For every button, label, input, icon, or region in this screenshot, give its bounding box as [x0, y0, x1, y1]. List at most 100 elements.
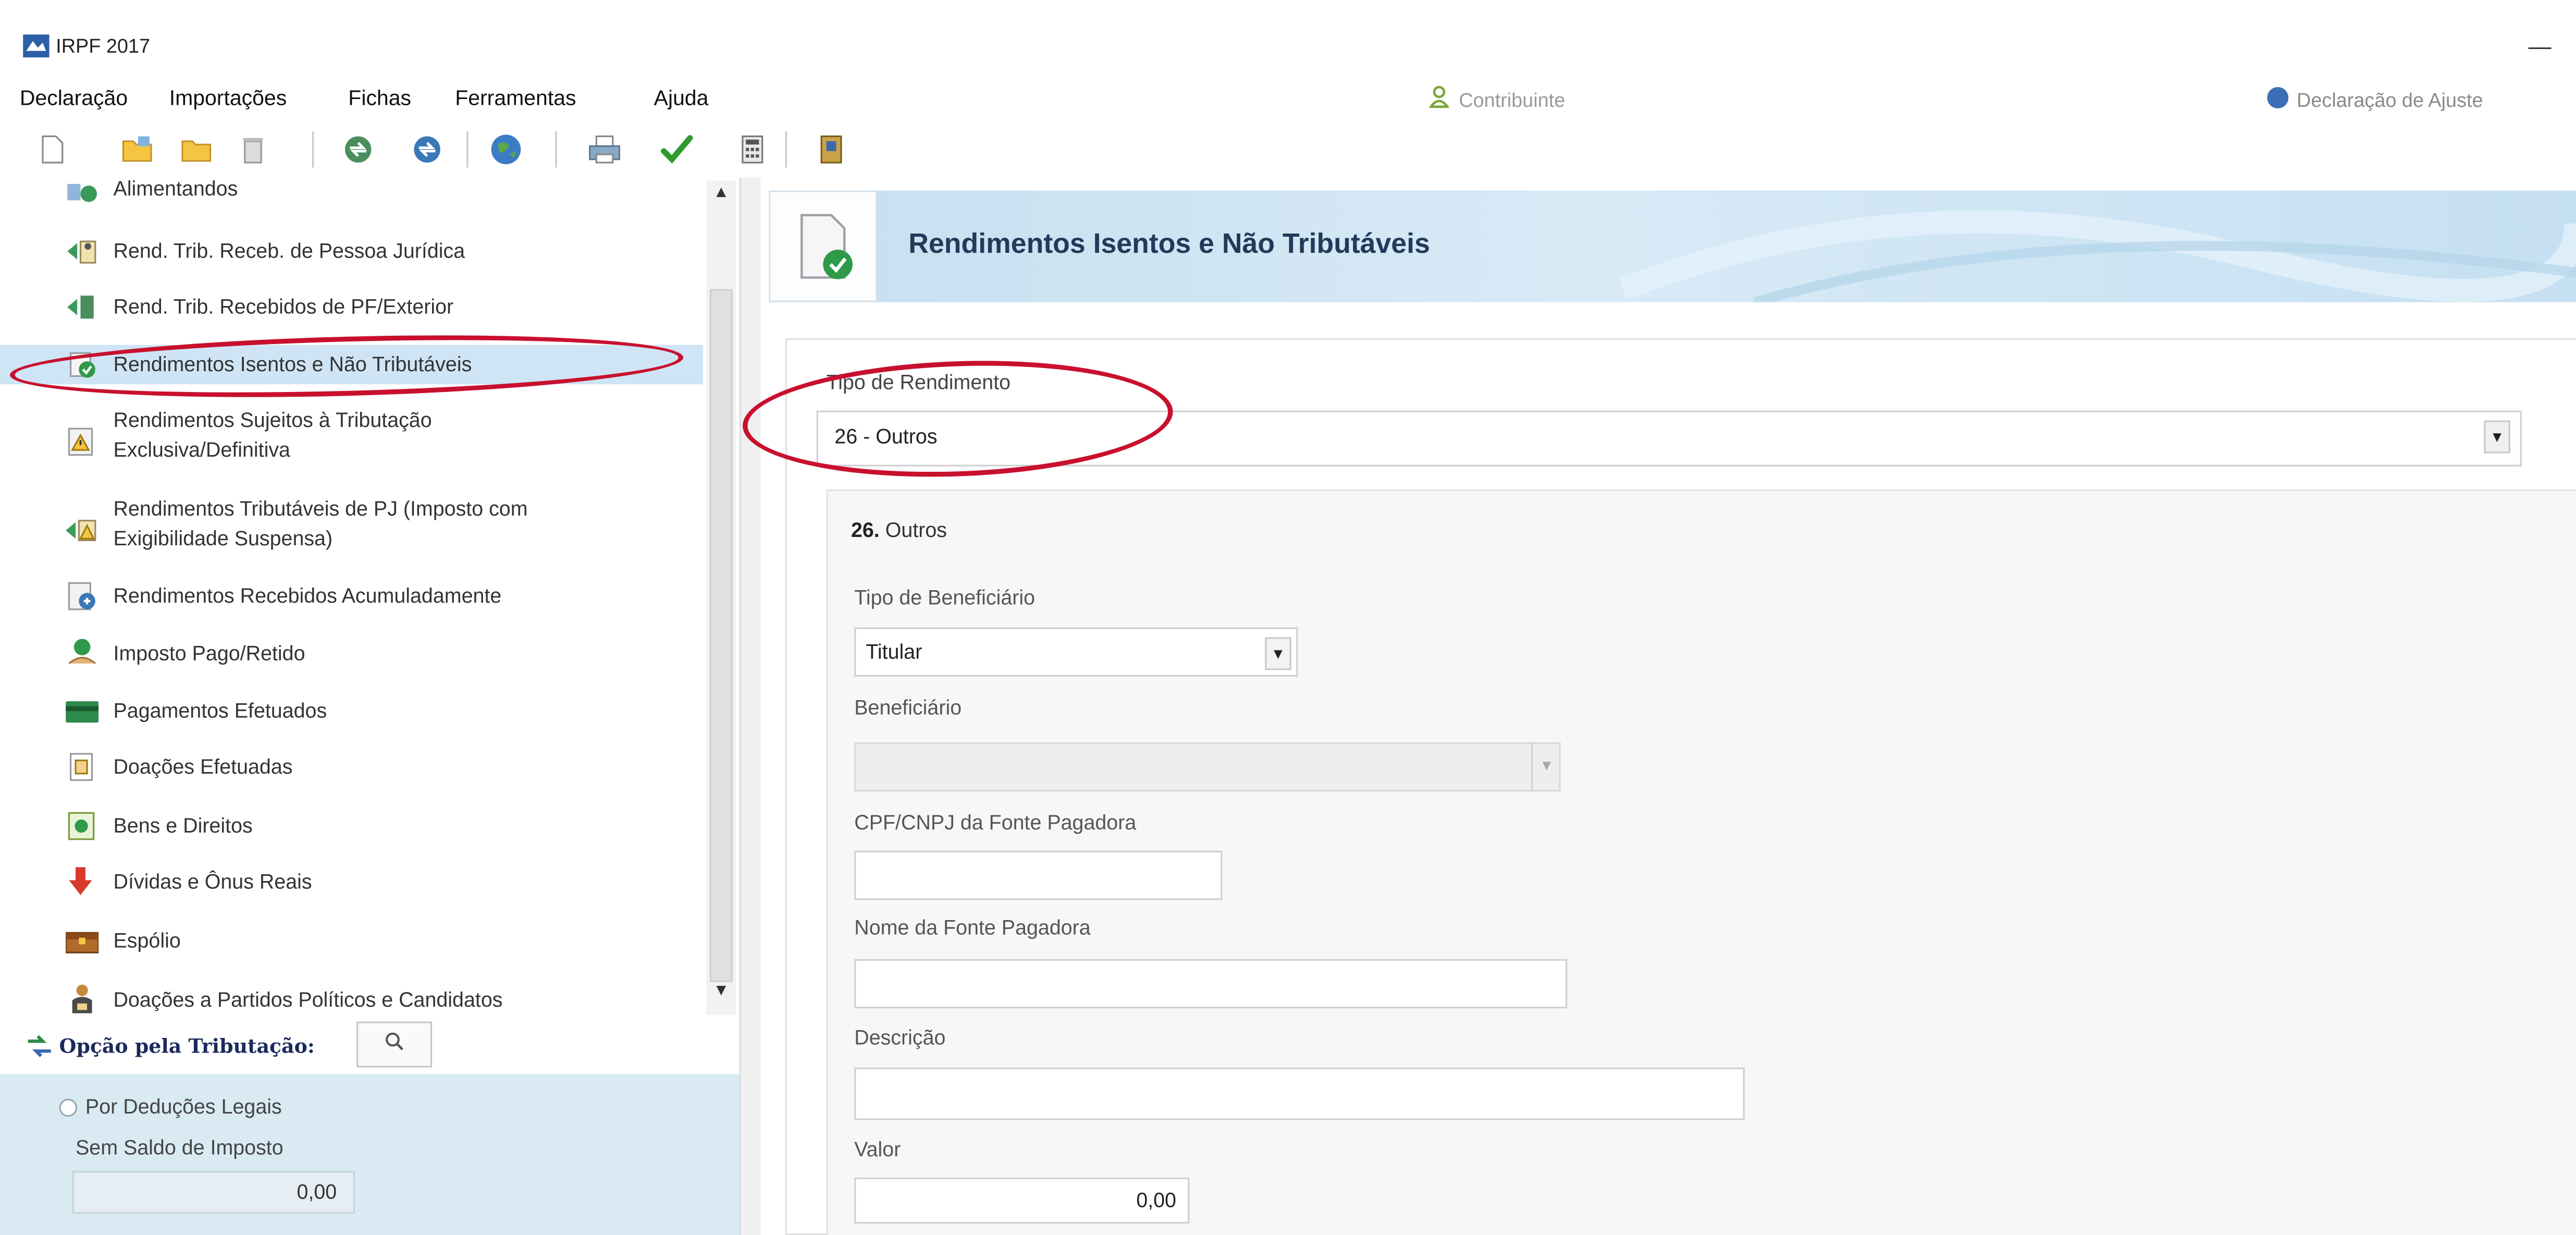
open-folder-icon[interactable] — [121, 131, 154, 167]
globe-icon[interactable] — [489, 131, 522, 167]
tree-item-acumuladamente[interactable]: Rendimentos Recebidos Acumuladamente — [0, 578, 703, 614]
transmit-icon[interactable] — [342, 131, 375, 167]
alimentandos-icon — [67, 184, 97, 202]
tree-item-imposto-pago[interactable]: Imposto Pago/Retido — [0, 634, 703, 674]
tree-item-label: Dívidas e Ônus Reais — [113, 870, 312, 894]
menu-ferramentas[interactable]: Ferramentas — [455, 85, 576, 110]
tree-item-label: Rend. Trib. Recebidos de PF/Exterior — [113, 296, 454, 319]
tree-item-label: Rendimentos Recebidos Acumuladamente — [113, 584, 502, 608]
app-logo-icon — [23, 34, 50, 58]
tree-item-label: Doações Efetuadas — [113, 755, 293, 779]
panel-splitter[interactable] — [739, 177, 761, 1235]
scroll-down-icon[interactable]: ▼ — [707, 982, 736, 1008]
tree-item-label-line2: Exclusiva/Definitiva — [113, 438, 290, 462]
tree-item-rend-pf[interactable]: Rend. Trib. Recebidos de PF/Exterior — [0, 289, 703, 325]
rend-pj-icon — [67, 240, 96, 264]
declaracao-ajuste-icon — [2267, 87, 2289, 108]
nome-fonte-input[interactable] — [854, 959, 1568, 1009]
tree-item-pagamentos[interactable]: Pagamentos Efetuados — [0, 693, 703, 729]
saldo-imposto-value: 0,00 — [72, 1171, 355, 1214]
toolbar-separator — [555, 131, 557, 168]
pagamentos-icon — [66, 701, 99, 723]
section-number: 26. — [851, 519, 880, 542]
page-title: Rendimentos Isentos e Não Tributáveis — [908, 228, 1430, 260]
book-icon[interactable] — [815, 131, 848, 167]
tree-item-label: Rendimentos Tributáveis de PJ (Imposto c… — [113, 497, 528, 521]
folder-icon[interactable] — [181, 131, 214, 167]
tree-item-label: Rend. Trib. Receb. de Pessoa Jurídica — [113, 239, 465, 263]
trash-icon[interactable] — [237, 131, 269, 167]
toolbar-separator — [466, 131, 469, 168]
print-icon[interactable] — [588, 131, 621, 167]
chevron-down-icon[interactable]: ▼ — [2484, 420, 2510, 454]
tree-item-label: Pagamentos Efetuados — [113, 700, 327, 723]
tree-item-label: Espólio — [113, 930, 181, 953]
tree-item-espolio[interactable]: Espólio — [0, 923, 703, 959]
exclusiva-icon — [68, 427, 93, 456]
contribuinte-label[interactable]: Contribuinte — [1459, 89, 1565, 112]
opcao-tributacao-label: Opção pela Tributação: — [59, 1034, 315, 1058]
minimize-button[interactable]: — — [2523, 30, 2556, 63]
doacoes-icon — [69, 753, 93, 781]
espolio-icon — [66, 932, 99, 953]
deducoes-legais-radio[interactable] — [59, 1098, 78, 1117]
descricao-label: Descrição — [854, 1026, 946, 1050]
nome-fonte-label: Nome da Fonte Pagadora — [854, 916, 1091, 939]
valor-value: 0,00 — [1136, 1189, 1177, 1212]
calculator-icon[interactable] — [736, 131, 769, 167]
saldo-imposto-label: Sem Saldo de Imposto — [76, 1136, 284, 1160]
imposto-pago-icon — [68, 639, 96, 664]
tree-item-label: Imposto Pago/Retido — [113, 642, 305, 665]
check-icon[interactable] — [660, 131, 693, 167]
bens-icon — [68, 812, 95, 840]
tree-item-label: Alimentandos — [113, 177, 238, 201]
descricao-input[interactable] — [854, 1067, 1745, 1120]
rendimentos-isentos-icon — [800, 214, 853, 279]
fichas-tree: Alimentandos Rend. Trib. Receb. de Pesso… — [0, 177, 704, 1019]
tree-item-label-line2: Exigibilidade Suspensa) — [113, 527, 333, 551]
window-title: IRPF 2017 — [56, 34, 151, 58]
search-icon — [386, 1032, 404, 1050]
beneficiario-select — [854, 742, 1561, 792]
dividas-icon — [69, 867, 92, 895]
search-button[interactable] — [356, 1021, 433, 1068]
deducoes-legais-label[interactable]: Por Deduções Legais — [85, 1095, 282, 1118]
tree-item-bens-direitos[interactable]: Bens e Direitos — [0, 808, 703, 844]
toolbar-separator — [312, 131, 314, 168]
scroll-thumb[interactable] — [709, 289, 733, 982]
scroll-up-icon[interactable]: ▲ — [707, 184, 736, 210]
tributacao-arrows-icon — [28, 1035, 51, 1057]
rend-pf-icon — [67, 296, 94, 319]
irpf-window: IRPF 2017 — Declaração Importações Ficha… — [0, 0, 2576, 1235]
tree-item-dividas[interactable]: Dívidas e Ônus Reais — [0, 864, 703, 900]
header-icon-box — [769, 190, 878, 302]
valor-label: Valor — [854, 1138, 901, 1161]
section-name: Outros — [885, 519, 947, 542]
menu-declaracao[interactable]: Declaração — [20, 85, 128, 110]
cpf-cnpj-input[interactable] — [854, 850, 1223, 900]
chevron-down-icon: ▼ — [1531, 742, 1561, 792]
tree-item-doacoes[interactable]: Doações Efetuadas — [0, 749, 703, 785]
tree-item-alimentandos[interactable]: Alimentandos — [0, 177, 703, 207]
tipo-beneficiario-label: Tipo de Beneficiário — [854, 586, 1036, 609]
tipo-beneficiario-value: Titular — [866, 640, 922, 664]
tree-item-label: Rendimentos Sujeitos à Tributação — [113, 409, 432, 432]
suspensa-icon — [66, 520, 96, 542]
chevron-down-icon[interactable]: ▼ — [1265, 637, 1291, 670]
tree-item-rend-pj[interactable]: Rend. Trib. Receb. de Pessoa Jurídica — [0, 233, 703, 269]
contribuinte-icon — [1429, 85, 1449, 108]
acumulados-icon — [68, 582, 95, 610]
menu-fichas[interactable]: Fichas — [348, 85, 411, 110]
tree-item-tributacao-exclusiva[interactable]: Rendimentos Sujeitos à Tributação Exclus… — [0, 404, 703, 473]
menu-ajuda[interactable]: Ajuda — [654, 85, 709, 110]
tree-item-label: Bens e Direitos — [113, 814, 253, 838]
receive-icon[interactable] — [411, 131, 443, 167]
menu-importacoes[interactable]: Importações — [169, 85, 287, 110]
tree-item-exigibilidade-suspensa[interactable]: Rendimentos Tributáveis de PJ (Imposto c… — [0, 493, 703, 561]
partidos-icon — [72, 984, 92, 1013]
declaracao-ajuste-label[interactable]: Declaração de Ajuste — [2297, 89, 2483, 112]
tree-item-partidos[interactable]: Doações a Partidos Políticos e Candidato… — [0, 982, 703, 1018]
new-document-icon[interactable] — [36, 131, 69, 167]
tree-item-label: Doações a Partidos Políticos e Candidato… — [113, 988, 503, 1012]
beneficiario-label: Beneficiário — [854, 696, 962, 719]
